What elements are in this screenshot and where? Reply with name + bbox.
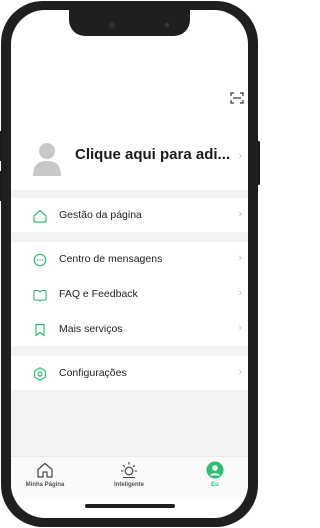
menu-item-label: Centro de mensagens [59, 253, 163, 265]
chevron-right-icon: › [238, 322, 242, 334]
settings-icon [34, 367, 46, 381]
menu-item-label: Configurações [59, 367, 127, 379]
phone-frame: Clique aqui para adi... › Gestão da pági… [0, 1, 260, 527]
menu-item-label: Gestão da página [59, 209, 142, 221]
volume-down-button [0, 171, 2, 201]
menu-item-more-services[interactable]: Mais serviços › [11, 312, 248, 346]
menu-item-faq-feedback[interactable]: FAQ e Feedback › [11, 277, 248, 311]
home-icon [33, 209, 47, 223]
tab-label: Inteligente [113, 482, 144, 488]
bookmark-icon [35, 323, 45, 337]
sun-icon [121, 462, 137, 479]
profile-header[interactable]: Clique aqui para adi... › [11, 120, 248, 190]
menu-item-label: FAQ e Feedback [59, 288, 138, 300]
screen: Clique aqui para adi... › Gestão da pági… [11, 10, 248, 518]
tab-my-page[interactable]: Minha Página [15, 461, 75, 488]
power-button [257, 141, 260, 185]
profile-name: Clique aqui para adi... [75, 146, 231, 163]
scan-icon[interactable] [230, 92, 244, 104]
home-indicator [85, 504, 175, 508]
empty-area [11, 390, 248, 456]
volume-up-button [0, 131, 2, 161]
chevron-right-icon: › [238, 252, 242, 264]
chevron-right-icon: › [238, 366, 242, 378]
divider [11, 190, 248, 198]
bottom-tab-bar: Minha Página Inteligente Eu [11, 456, 248, 497]
sensor-icon [165, 23, 169, 27]
camera-icon [109, 22, 115, 28]
avatar [33, 143, 61, 176]
chevron-right-icon: › [238, 208, 242, 220]
tab-label: Eu [211, 482, 219, 488]
menu-item-label: Mais serviços [59, 323, 123, 335]
chevron-right-icon: › [238, 150, 242, 162]
tab-me[interactable]: Eu [185, 461, 245, 488]
menu-item-page-management[interactable]: Gestão da página › [11, 198, 248, 232]
menu-item-message-center[interactable]: Centro de mensagens › [11, 242, 248, 276]
tab-smart[interactable]: Inteligente [99, 461, 159, 488]
notch [69, 10, 190, 36]
home-icon [37, 462, 53, 478]
menu-item-settings[interactable]: Configurações › [11, 356, 248, 390]
divider [11, 346, 248, 356]
divider [11, 232, 248, 242]
message-icon [33, 253, 47, 267]
user-icon [206, 461, 224, 479]
tab-label: Minha Página [25, 482, 65, 488]
book-icon [33, 289, 47, 302]
chevron-right-icon: › [238, 287, 242, 299]
